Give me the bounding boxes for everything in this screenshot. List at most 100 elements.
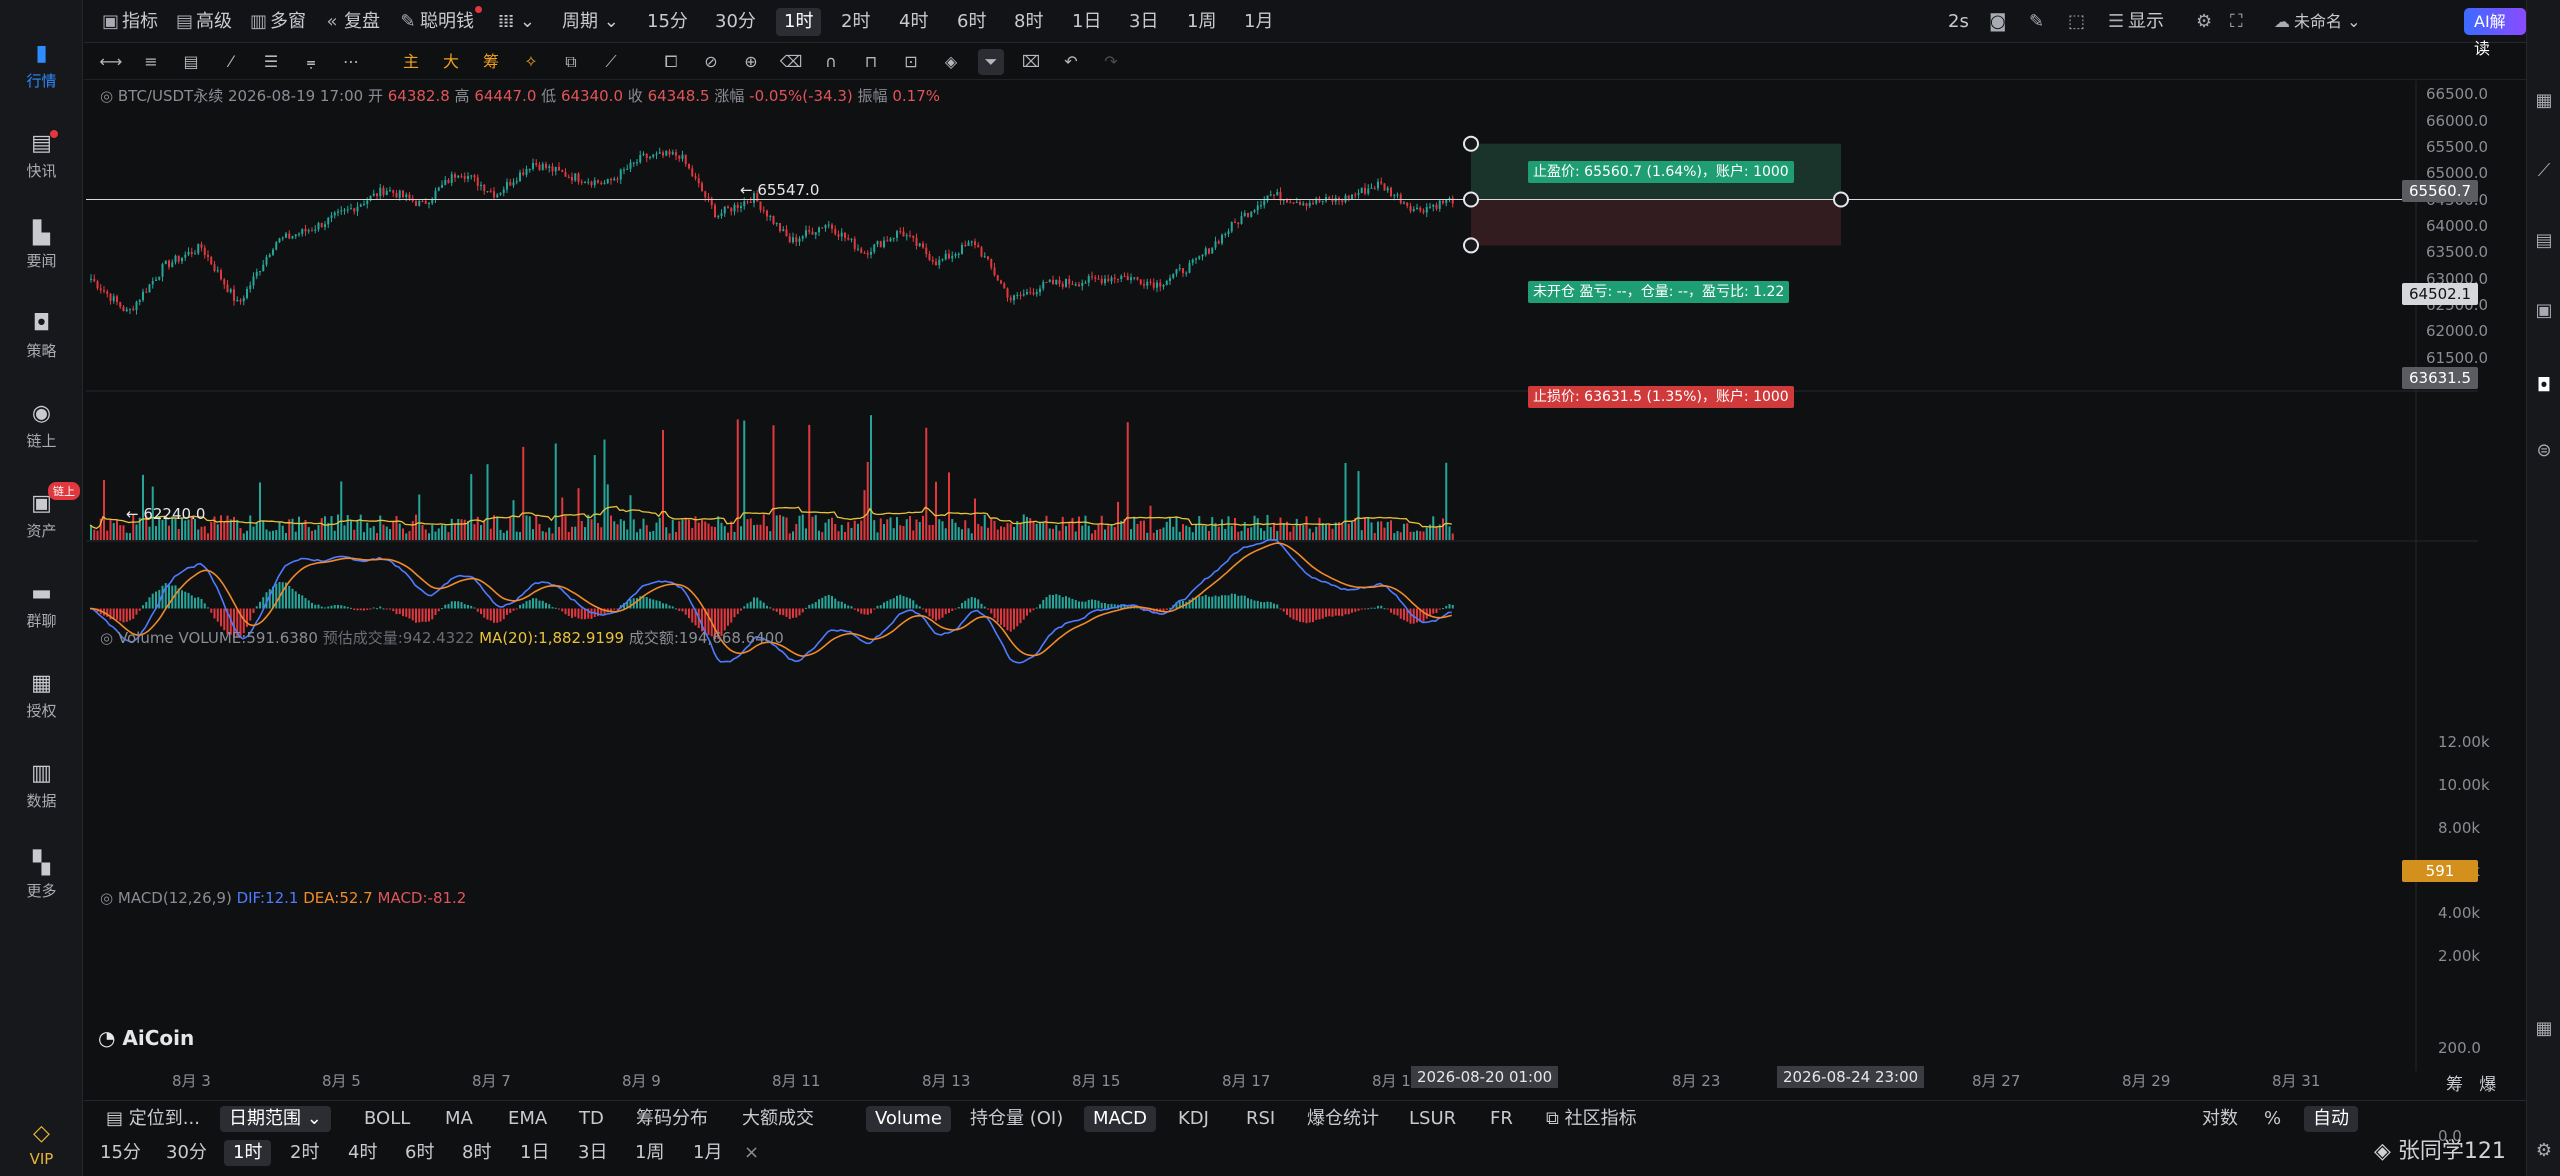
scale-percent[interactable]: % — [2264, 1106, 2281, 1132]
layout-name-dropdown[interactable]: ☁ 未命名 ⌄ — [2274, 8, 2361, 36]
ind-chip-distribution[interactable]: 筹码分布 — [636, 1106, 708, 1132]
ind-volume[interactable]: Volume — [866, 1106, 951, 1132]
tfb-8h[interactable]: 8时 — [462, 1140, 491, 1166]
ind-macd[interactable]: MACD — [1084, 1106, 1156, 1132]
tfb-1d[interactable]: 1日 — [520, 1140, 549, 1166]
position-label[interactable]: 未开仓 盈亏: --，仓量: --，盈亏比: 1.22 — [1528, 281, 1790, 303]
ruler-icon[interactable]: ⟋ — [598, 49, 624, 75]
pencil-icon[interactable]: ✎ — [2029, 8, 2044, 36]
ind-td[interactable]: TD — [579, 1106, 604, 1132]
replay-button[interactable]: «复盘 — [324, 8, 380, 36]
pattern-tool-icon[interactable]: ⩦ — [298, 49, 324, 75]
nav-item-vip[interactable]: ◇ VIP — [0, 1110, 83, 1176]
lock-icon[interactable]: ⊓ — [858, 49, 884, 75]
eye-icon[interactable]: ◎ — [100, 87, 113, 105]
nav-item-onchain[interactable]: ◉ 链上 — [0, 390, 83, 460]
chart-area[interactable]: ◎ BTC/USDT永续 2026-08-19 17:00 开 64382.8 … — [86, 81, 2490, 1145]
tf-3d[interactable]: 3日 — [1129, 8, 1158, 36]
compare-icon[interactable]: ⧉ — [558, 49, 584, 75]
fib-tool-icon[interactable]: ☰ — [258, 49, 284, 75]
tf-30m[interactable]: 30分 — [715, 8, 756, 36]
nav-item-chat[interactable]: ▬ 群聊 — [0, 570, 83, 640]
ind-large-trades[interactable]: 大额成交 — [742, 1106, 814, 1132]
tf-1w[interactable]: 1周 — [1187, 8, 1216, 36]
nav-item-flash[interactable]: ▤ 快讯 — [0, 120, 83, 190]
ind-ma[interactable]: MA — [445, 1106, 473, 1132]
nav-item-market[interactable]: ▮ 行情 — [0, 30, 83, 100]
zoom-icon[interactable]: ⊕ — [738, 49, 764, 75]
large-order-button[interactable]: 大 — [438, 49, 464, 75]
ind-community[interactable]: ⧉ 社区指标 — [1546, 1106, 1637, 1132]
nav-item-news[interactable]: ▙ 要闻 — [0, 210, 83, 280]
etf-icon[interactable]: ▣ — [2533, 300, 2555, 322]
nav-item-auth[interactable]: ▦ 授权 — [0, 660, 83, 730]
indicators-button[interactable]: ▣ 指标 — [102, 8, 158, 36]
nav-item-strategy[interactable]: ◘ 策略 — [0, 300, 83, 370]
settings-panel-icon[interactable]: ⚙ — [2533, 1140, 2555, 1162]
tfb-6h[interactable]: 6时 — [405, 1140, 434, 1166]
nav-item-data[interactable]: ▥ 数据 — [0, 750, 83, 820]
tf-2h[interactable]: 2时 — [841, 8, 870, 36]
ind-liquidations[interactable]: 爆仓统计 — [1307, 1106, 1379, 1132]
tf-1h[interactable]: 1时 — [776, 8, 822, 36]
layers-icon[interactable]: ◈ — [938, 49, 964, 75]
tfb-2h[interactable]: 2时 — [290, 1140, 319, 1166]
settings-icon[interactable]: ⚙ — [2196, 8, 2212, 36]
tf-8h[interactable]: 8时 — [1014, 8, 1043, 36]
period-dropdown[interactable]: 周期 ⌄ — [562, 8, 619, 36]
fullscreen-icon[interactable]: ⛶ — [2230, 8, 2243, 36]
tfb-15m[interactable]: 15分 — [100, 1140, 141, 1166]
grid-icon[interactable]: ▦ — [2533, 90, 2555, 112]
ind-ema[interactable]: EMA — [508, 1106, 547, 1132]
main-force-button[interactable]: 主 — [398, 49, 424, 75]
hline-tool-icon[interactable]: ≡ — [138, 49, 164, 75]
calculator-icon[interactable]: ▦ — [2533, 1018, 2555, 1040]
filter-icon[interactable]: ⏷ — [978, 49, 1004, 75]
chips-button[interactable]: 筹 — [478, 49, 504, 75]
exchange-icon[interactable]: ⊜ — [2533, 440, 2555, 462]
ind-boll[interactable]: BOLL — [364, 1106, 410, 1132]
multi-window-button[interactable]: ▥ 多窗 — [250, 8, 306, 36]
link-icon[interactable]: ⊘ — [698, 49, 724, 75]
tf-1mo[interactable]: 1月 — [1244, 8, 1273, 36]
nav-item-more[interactable]: ▚ 更多 — [0, 840, 83, 910]
share-icon[interactable]: ⬚ — [2068, 8, 2085, 36]
time-axis[interactable]: 8月 3 8月 5 8月 7 8月 9 8月 11 8月 13 8月 15 8月 17 8月 1… — [86, 1066, 2478, 1090]
scale-log[interactable]: 对数 — [2202, 1106, 2238, 1132]
undo-icon[interactable]: ↶ — [1058, 49, 1084, 75]
ind-fr[interactable]: FR — [1490, 1106, 1513, 1132]
chart-type-button[interactable]: 𝍖 ⌄ — [498, 8, 535, 36]
refresh-interval[interactable]: 2s — [1948, 8, 1969, 36]
magnet-icon[interactable]: ∩ — [818, 49, 844, 75]
ind-lsur[interactable]: LSUR — [1409, 1106, 1456, 1132]
eye-icon[interactable]: ◎ — [100, 629, 113, 647]
camera-icon[interactable]: ◙ — [1989, 8, 2006, 36]
scale-auto[interactable]: 自动 — [2304, 1106, 2358, 1132]
advanced-button[interactable]: ▤ 高级 — [176, 8, 232, 36]
tf-4h[interactable]: 4时 — [899, 8, 928, 36]
eraser-icon[interactable]: ⌫ — [778, 49, 804, 75]
magic-icon[interactable]: ✧ — [518, 49, 544, 75]
tfb-3d[interactable]: 3日 — [578, 1140, 607, 1166]
stop-loss-label[interactable]: 止损价: 63631.5 (1.35%)，账户: 1000 — [1528, 386, 1794, 408]
ind-open-interest[interactable]: 持仓量 (OI) — [970, 1106, 1063, 1132]
robot-icon[interactable]: ◘ — [2533, 375, 2555, 397]
tf-15m[interactable]: 15分 — [647, 8, 688, 36]
locate-button[interactable]: ▤ 定位到... — [106, 1106, 200, 1132]
copy-icon[interactable]: ⧠ — [658, 49, 684, 75]
brush-tool-icon[interactable]: ⁄ — [218, 49, 244, 75]
date-range-dropdown[interactable]: 日期范围 ⌄ — [220, 1106, 331, 1132]
ai-analysis-button[interactable]: AI解读 — [2464, 8, 2526, 58]
x-axis-extra[interactable]: 筹 爆 — [2446, 1070, 2496, 1095]
smart-money-button[interactable]: ✎ 聪明钱 — [400, 6, 482, 36]
trash-icon[interactable]: ⌧ — [1018, 49, 1044, 75]
redo-icon[interactable]: ↷ — [1098, 49, 1124, 75]
tfb-30m[interactable]: 30分 — [166, 1140, 207, 1166]
display-button[interactable]: ☰ 显示 — [2108, 8, 2164, 36]
nav-item-assets[interactable]: 链上 ▣ 资产 — [0, 480, 83, 550]
bell-icon[interactable]: ◎ — [100, 889, 113, 907]
tfb-1mo[interactable]: 1月 — [693, 1140, 722, 1166]
hide-icon[interactable]: ⊡ — [898, 49, 924, 75]
trend-icon[interactable]: ⟋ — [2533, 160, 2555, 182]
tfb-4h[interactable]: 4时 — [348, 1140, 377, 1166]
